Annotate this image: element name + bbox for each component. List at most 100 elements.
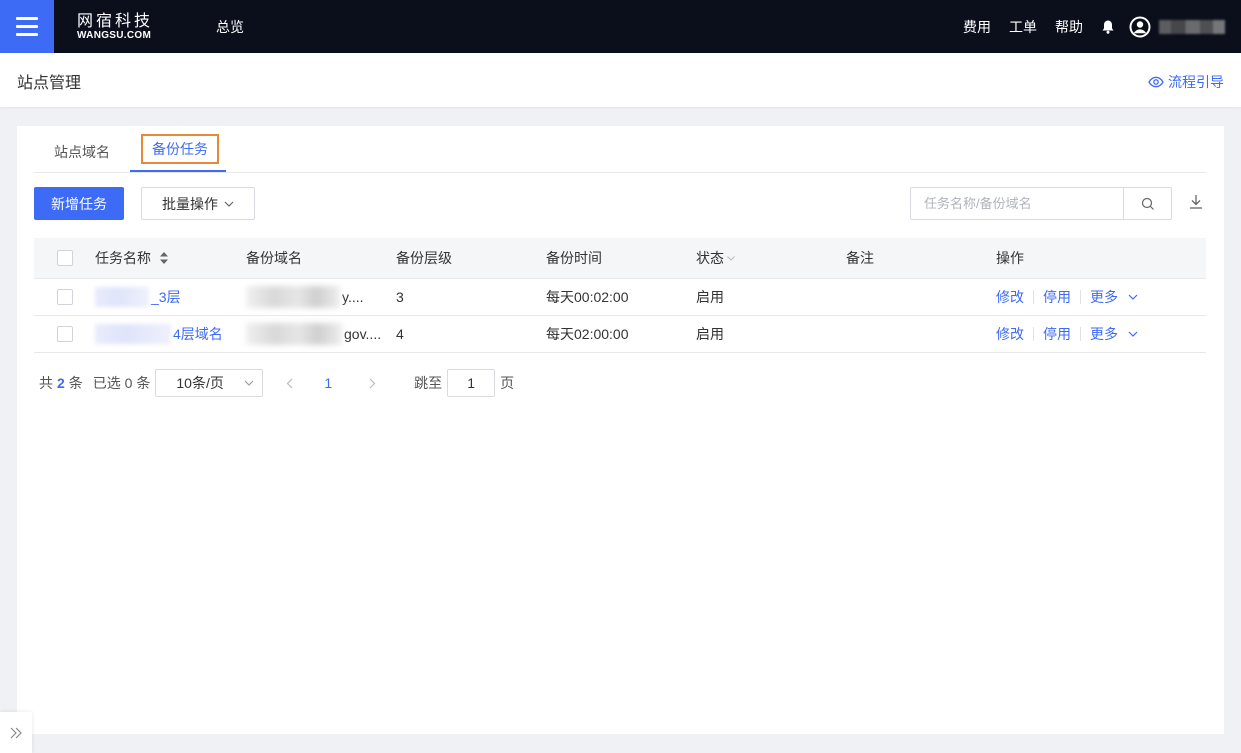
more-label: 更多 [1090,326,1118,342]
col-task-name-label: 任务名称 [95,250,151,266]
masked-text [95,287,149,307]
batch-operations-label: 批量操作 [162,195,218,212]
edit-button[interactable]: 修改 [996,287,1024,307]
task-name-text: _3层 [151,289,181,305]
backup-domain-text: gov.... [344,326,382,342]
search-icon [1141,197,1154,210]
tab-backup-task[interactable]: 备份任务 [141,134,219,164]
backup-domain-text: y.... [342,289,364,305]
page-size-value: 10条/页 [176,375,224,391]
masked-text [246,323,342,345]
filter-chevron-icon[interactable] [727,255,735,261]
disable-button[interactable]: 停用 [1043,287,1071,307]
user-avatar-icon[interactable] [1129,16,1151,38]
tab-site-domain[interactable]: 站点域名 [54,142,110,162]
prev-page-icon[interactable] [281,378,297,389]
jump-label: 跳至 [414,375,443,391]
page-unit-label: 页 [500,375,515,391]
status-cell: 启用 [696,326,724,342]
page-size-select[interactable]: 10条/页 [155,369,264,397]
add-task-button[interactable]: 新增任务 [34,187,124,220]
status-cell: 启用 [696,289,724,305]
divider [1033,290,1034,304]
row-actions: 修改 停用 更多 [996,316,1138,352]
download-icon[interactable] [1189,194,1203,210]
batch-operations-dropdown[interactable]: 批量操作 [141,187,255,220]
task-name-text: 4层域名 [173,326,223,342]
logo-cn-text: 网宿科技 [77,11,154,30]
col-backup-time: 备份时间 [546,250,602,266]
pagination: 共 2 条 已选 0 条 10条/页 1 跳至 1 页 [39,368,514,398]
masked-text [246,286,340,308]
nav-billing-link[interactable]: 费用 [963,17,991,37]
col-backup-level: 备份层级 [396,250,452,266]
search-box [910,187,1172,220]
row-select-cell [57,279,73,315]
total-suffix: 条 [68,375,83,391]
col-note: 备注 [846,250,874,266]
chevron-down-icon [1128,331,1138,337]
bell-icon[interactable] [1101,19,1115,35]
col-task-name[interactable]: 任务名称 [95,238,169,278]
username-masked[interactable] [1159,19,1225,34]
edit-button[interactable]: 修改 [996,324,1024,344]
row-checkbox[interactable] [57,289,73,305]
task-name-link[interactable]: 4层域名 [95,316,223,352]
sort-icon[interactable] [159,251,169,265]
task-name-link[interactable]: _3层 [95,279,181,315]
chevron-down-icon [244,380,254,386]
disable-button[interactable]: 停用 [1043,324,1071,344]
brand-logo[interactable]: 网宿科技 WANGSU.COM [77,12,153,42]
total-count: 2 [57,375,65,391]
page-title: 站点管理 [17,75,82,92]
nav-ticket-link[interactable]: 工单 [1009,17,1037,37]
nav-overview-link[interactable]: 总览 [216,17,244,37]
search-input[interactable] [911,188,1123,219]
tab-bar: 站点域名 备份任务 [34,126,1206,173]
masked-text [95,324,171,344]
flow-guide-link[interactable]: 流程引导 [1148,72,1224,92]
backup-level-cell: 4 [396,326,404,342]
col-backup-domain: 备份域名 [246,250,302,266]
nav-help-link[interactable]: 帮助 [1055,17,1083,37]
backup-time-cell: 每天02:00:00 [546,326,629,342]
next-page-icon[interactable] [364,378,380,389]
backup-time-cell: 每天00:02:00 [546,289,629,305]
divider [1080,290,1081,304]
eye-icon [1148,76,1164,88]
jump-page-input[interactable]: 1 [447,369,496,397]
chevron-down-icon [224,201,234,207]
main-card: 站点域名 备份任务 新增任务 批量操作 任务名称 备份域名 备份层级 备份时间 … [17,126,1224,734]
more-actions-dropdown[interactable]: 更多 [1090,287,1138,307]
more-actions-dropdown[interactable]: 更多 [1090,324,1138,344]
col-status-label: 状态 [696,250,724,266]
row-select-cell [57,316,73,352]
divider [1033,327,1034,341]
backup-domain-cell: y.... [246,279,364,315]
backup-task-table: 任务名称 备份域名 备份层级 备份时间 状态 备注 操作 _3层 y.... 3… [34,238,1206,353]
col-status[interactable]: 状态 [696,238,735,278]
active-tab-indicator [130,170,226,172]
more-label: 更多 [1090,289,1118,305]
topbar-right-group: 费用 工单 帮助 [945,0,1225,53]
total-prefix: 共 [39,375,53,391]
row-checkbox[interactable] [57,326,73,342]
chevron-down-icon [1128,294,1138,300]
backup-domain-cell: gov.... [246,316,381,352]
search-button[interactable] [1123,188,1171,219]
top-navbar: 网宿科技 WANGSU.COM 总览 费用 工单 帮助 [0,0,1241,53]
col-operations: 操作 [996,250,1024,266]
page-header: 站点管理 流程引导 [0,53,1241,107]
logo-en-text: WANGSU.COM [77,30,152,41]
page-number-current[interactable]: 1 [324,375,332,391]
backup-level-cell: 3 [396,289,404,305]
select-all-cell [57,238,73,278]
flow-guide-label: 流程引导 [1168,74,1224,90]
table-row: 4层域名 gov.... 4 每天02:00:00 启用 修改 停用 更多 [34,316,1206,353]
table-header: 任务名称 备份域名 备份层级 备份时间 状态 备注 操作 [34,238,1206,279]
divider [1080,327,1081,341]
expand-sidebar-icon[interactable] [0,712,32,753]
hamburger-menu-icon[interactable] [0,0,54,53]
table-row: _3层 y.... 3 每天00:02:00 启用 修改 停用 更多 [34,279,1206,316]
select-all-checkbox[interactable] [57,250,73,266]
